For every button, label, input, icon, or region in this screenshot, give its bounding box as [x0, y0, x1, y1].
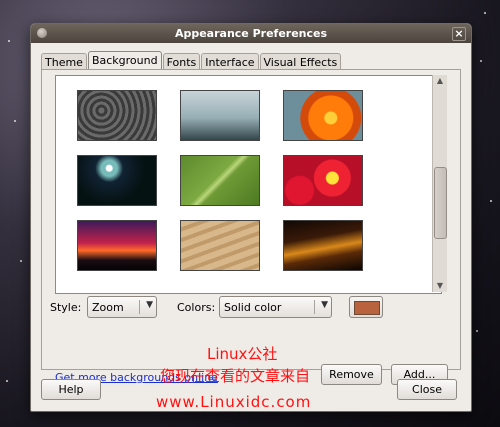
watermark-line-1: Linux公社: [207, 345, 278, 363]
window-menu-icon[interactable]: [37, 28, 47, 38]
colors-label: Colors:: [177, 301, 216, 314]
remove-button[interactable]: Remove: [321, 364, 382, 385]
close-window-button[interactable]: ×: [452, 27, 466, 41]
close-button[interactable]: Close: [397, 379, 457, 400]
tab-background[interactable]: Background: [87, 51, 162, 71]
wallpaper-thumbnail-red-sunset[interactable]: [77, 220, 157, 271]
style-label: Style:: [50, 301, 82, 314]
wallpaper-thumbnail-foggy-shore[interactable]: [180, 90, 260, 141]
chevron-down-icon: ▼: [146, 300, 153, 310]
watermark-line-2: 您现在查看的文章来自: [160, 367, 311, 385]
wallpaper-thumbnail-night-lights[interactable]: [77, 155, 157, 206]
tab-bar: Theme Background Fonts Interface Visual …: [41, 51, 342, 71]
scroll-up-icon[interactable]: ▲: [433, 75, 447, 87]
gallery-scrollbar[interactable]: ▲ ▼: [432, 75, 447, 292]
chevron-down-icon: ▼: [321, 300, 328, 310]
wallpaper-thumbnail-orange-flower[interactable]: [283, 90, 363, 141]
scrollbar-thumb[interactable]: [434, 167, 447, 239]
colors-value: Solid color: [224, 301, 282, 314]
wallpaper-thumbnail-dark-texture[interactable]: [77, 90, 157, 141]
colors-dropdown[interactable]: Solid color ▼: [219, 296, 332, 318]
wallpaper-thumbnail-sand-dunes[interactable]: [180, 220, 260, 271]
help-button[interactable]: Help: [41, 379, 101, 400]
window-title: Appearance Preferences: [174, 27, 328, 40]
background-panel: ▲ ▼ Style: Zoom ▼ Colors: Solid color ▼ …: [41, 69, 461, 385]
wallpaper-gallery: [55, 75, 442, 294]
wallpaper-thumbnail-red-primroses[interactable]: [283, 155, 363, 206]
color-swatch: [354, 301, 380, 315]
color-picker-button[interactable]: [349, 296, 383, 318]
style-dropdown[interactable]: Zoom ▼: [87, 296, 157, 318]
wallpaper-thumbnail-orange-dusk[interactable]: [283, 220, 363, 271]
wallpaper-thumbnail-green-leaf[interactable]: [180, 155, 260, 206]
style-value: Zoom: [92, 301, 124, 314]
scroll-down-icon[interactable]: ▼: [433, 280, 447, 292]
title-bar[interactable]: Appearance Preferences ×: [31, 24, 471, 43]
watermark-line-3: www.Linuxidc.com: [156, 393, 312, 411]
